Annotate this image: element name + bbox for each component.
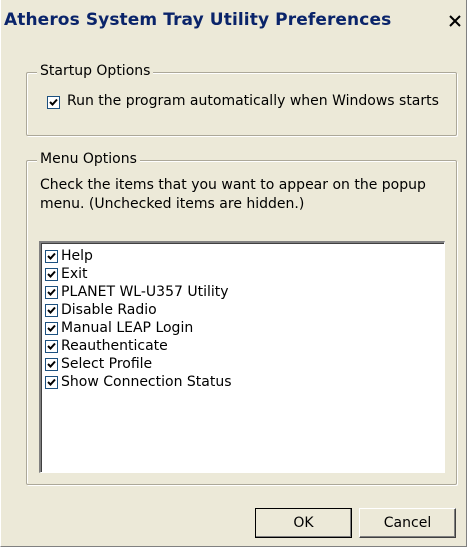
menu-items-list[interactable]: Help Exit PLANET WL-U357 Utility Disable… — [39, 241, 445, 473]
checkmark-icon — [49, 98, 58, 106]
checkmark-icon — [47, 378, 56, 386]
title-bar[interactable]: Atheros System Tray Utility Preferences — [1, 0, 466, 46]
disable-radio-checkbox[interactable] — [45, 303, 58, 317]
list-item-label: Select Profile — [61, 356, 153, 372]
list-item-label: Reauthenticate — [61, 338, 168, 354]
list-item-planet-utility[interactable]: PLANET WL-U357 Utility — [45, 283, 229, 301]
run-at-startup-label[interactable]: Run the program automatically when Windo… — [67, 93, 439, 109]
list-item-label: Manual LEAP Login — [61, 320, 194, 336]
list-item-exit[interactable]: Exit — [45, 265, 88, 283]
select-profile-checkbox[interactable] — [45, 357, 58, 371]
checkmark-icon — [47, 252, 56, 260]
manual-leap-login-checkbox[interactable] — [45, 321, 58, 335]
checkmark-icon — [47, 324, 56, 332]
list-item-manual-leap-login[interactable]: Manual LEAP Login — [45, 319, 193, 337]
checkmark-icon — [47, 306, 56, 314]
show-connection-status-checkbox[interactable] — [45, 375, 58, 389]
list-item-label: Exit — [61, 266, 88, 282]
planet-utility-checkbox[interactable] — [45, 285, 58, 299]
list-item-show-connection-status[interactable]: Show Connection Status — [45, 373, 232, 391]
list-item-label: PLANET WL-U357 Utility — [61, 284, 229, 300]
cancel-button[interactable]: Cancel — [359, 508, 456, 538]
list-item-help[interactable]: Help — [45, 247, 93, 265]
window-title: Atheros System Tray Utility Preferences — [4, 10, 392, 30]
menu-options-legend: Menu Options — [37, 151, 140, 167]
list-item-label: Disable Radio — [61, 302, 157, 318]
help-checkbox[interactable] — [45, 249, 58, 263]
ok-button[interactable]: OK — [255, 508, 352, 538]
checkmark-icon — [47, 288, 56, 296]
startup-options-legend: Startup Options — [37, 63, 154, 79]
run-at-startup-checkbox[interactable] — [47, 96, 60, 109]
list-item-select-profile[interactable]: Select Profile — [45, 355, 152, 373]
list-item-disable-radio[interactable]: Disable Radio — [45, 301, 157, 319]
exit-checkbox[interactable] — [45, 267, 58, 281]
list-item-label: Help — [61, 248, 93, 264]
close-button[interactable] — [444, 10, 466, 32]
list-item-reauthenticate[interactable]: Reauthenticate — [45, 337, 168, 355]
preferences-dialog: Atheros System Tray Utility Preferences … — [0, 0, 467, 547]
list-item-label: Show Connection Status — [61, 374, 232, 390]
checkmark-icon — [47, 360, 56, 368]
reauthenticate-checkbox[interactable] — [45, 339, 58, 353]
checkmark-icon — [47, 270, 56, 278]
checkmark-icon — [47, 342, 56, 350]
close-icon — [449, 15, 461, 27]
menu-instructions: Check the items that you want to appear … — [40, 177, 426, 212]
